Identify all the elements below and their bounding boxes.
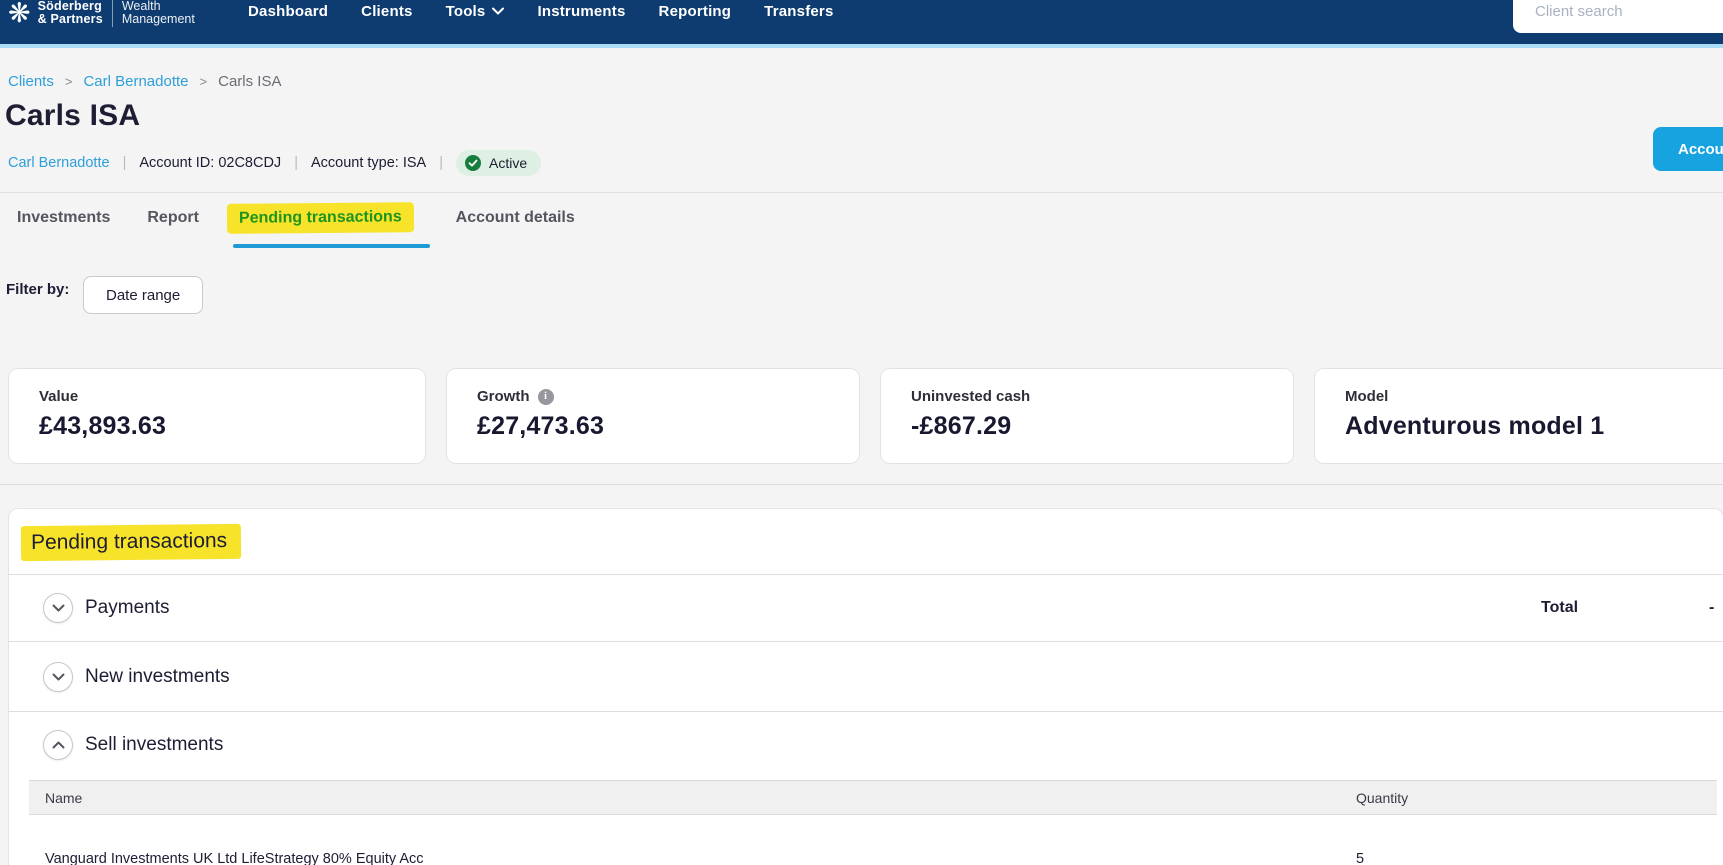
- breadcrumb-clients-link[interactable]: Clients: [8, 73, 54, 90]
- brand-name: Söderberg & Partners: [38, 0, 103, 26]
- payments-expand-button[interactable]: [43, 593, 73, 623]
- client-name-link[interactable]: Carl Bernadotte: [8, 155, 110, 171]
- logo-divider: [111, 0, 113, 27]
- breadcrumb-separator: >: [64, 74, 73, 89]
- status-badge: Active: [456, 150, 542, 176]
- uninvested-cash-card-label: Uninvested cash: [911, 388, 1031, 405]
- value-card: Value £43,893.63: [8, 368, 426, 464]
- quantity-cell: 5: [1356, 851, 1365, 865]
- nav-item-tools-label: Tools: [445, 2, 486, 20]
- status-badge-label: Active: [489, 155, 528, 171]
- payments-group-row[interactable]: Payments Total -: [9, 575, 1723, 641]
- table-row: Vanguard Investments UK Ltd LifeStrategy…: [29, 815, 1717, 865]
- instrument-name-cell: Vanguard Investments UK Ltd LifeStrategy…: [45, 851, 424, 865]
- brand-division-line2: Management: [121, 12, 195, 26]
- uninvested-cash-card-value: -£867.29: [911, 412, 1012, 440]
- tab-bar: Investments Report Pending transactions …: [17, 202, 575, 234]
- nav-item-instruments[interactable]: Instruments: [537, 3, 625, 20]
- navbar-accent-strip: [0, 44, 1723, 48]
- pending-transactions-panel: Pending transactions Payments Total - Ne…: [8, 508, 1723, 865]
- breadcrumb: Clients > Carl Bernadotte > Carls ISA: [8, 73, 281, 90]
- nav-item-clients[interactable]: Clients: [361, 3, 412, 20]
- nav-item-dashboard[interactable]: Dashboard: [248, 3, 328, 20]
- growth-card: Growth i £27,473.63: [446, 368, 860, 464]
- nav-item-tools[interactable]: Tools: [446, 3, 505, 20]
- date-range-button[interactable]: Date range: [83, 276, 204, 314]
- brand-flower-icon: ❋: [8, 0, 31, 28]
- top-navbar: ❋ Söderberg & Partners Wealth Management…: [0, 0, 1723, 44]
- tabs-top-divider: [0, 192, 1723, 193]
- model-card: Model Adventurous model 1: [1314, 368, 1723, 464]
- new-investments-group-row[interactable]: New investments: [9, 642, 1723, 711]
- brand-logo[interactable]: ❋ Söderberg & Partners Wealth Management: [8, 0, 195, 30]
- nav-item-transfers[interactable]: Transfers: [764, 3, 833, 20]
- page-title: Carls ISA: [5, 99, 141, 132]
- tab-pending-transactions[interactable]: Pending transactions: [226, 202, 414, 234]
- new-investments-group-label: New investments: [85, 665, 230, 687]
- check-circle-icon: [465, 155, 482, 171]
- info-icon[interactable]: i: [537, 388, 554, 405]
- value-card-label: Value: [39, 388, 79, 405]
- account-type-text: Account type: ISA: [310, 155, 427, 171]
- section-divider: [0, 484, 1723, 485]
- separator: |: [294, 155, 298, 171]
- sell-investments-collapse-button[interactable]: [43, 730, 73, 760]
- account-actions-button[interactable]: Accou: [1653, 127, 1723, 171]
- payments-group-label: Payments: [85, 597, 170, 618]
- column-header-name: Name: [45, 789, 83, 806]
- account-info-line: Carl Bernadotte | Account ID: 02C8CDJ | …: [8, 150, 542, 176]
- growth-card-label: Growth i: [477, 388, 859, 405]
- column-header-quantity: Quantity: [1356, 789, 1409, 806]
- nav-item-reporting[interactable]: Reporting: [659, 3, 732, 20]
- main-nav: Dashboard Clients Tools Instruments Repo…: [248, 0, 834, 24]
- brand-name-line2: & Partners: [37, 12, 103, 26]
- growth-card-label-text: Growth: [477, 388, 530, 405]
- chevron-down-icon: [52, 604, 64, 612]
- brand-division: Wealth Management: [122, 0, 195, 26]
- uninvested-cash-card: Uninvested cash -£867.29: [880, 368, 1294, 464]
- tab-report[interactable]: Report: [147, 203, 199, 233]
- model-card-label: Model: [1345, 388, 1389, 405]
- sell-investments-group-row[interactable]: Sell investments: [9, 712, 1723, 778]
- separator: |: [122, 155, 127, 171]
- new-investments-expand-button[interactable]: [43, 661, 73, 692]
- separator: |: [439, 155, 444, 171]
- growth-card-value: £27,473.63: [477, 412, 605, 440]
- tab-account-details[interactable]: Account details: [456, 203, 575, 233]
- breadcrumb-client-link[interactable]: Carl Bernadotte: [83, 73, 188, 90]
- client-search-input[interactable]: [1535, 3, 1723, 20]
- chevron-up-icon: [52, 741, 64, 749]
- pending-transactions-heading: Pending transactions: [20, 523, 242, 562]
- chevron-down-icon: [52, 673, 64, 680]
- chevron-down-icon: [492, 7, 505, 15]
- payments-total-value: -: [1709, 599, 1715, 616]
- breadcrumb-separator: >: [199, 74, 208, 89]
- account-id-text: Account ID: 02C8CDJ: [139, 155, 282, 171]
- app-root: ❋ Söderberg & Partners Wealth Management…: [0, 0, 1723, 865]
- tab-investments[interactable]: Investments: [17, 203, 110, 233]
- filter-by-label: Filter by:: [6, 281, 70, 298]
- breadcrumb-current: Carls ISA: [218, 73, 282, 90]
- value-card-value: £43,893.63: [39, 412, 167, 440]
- client-search-box[interactable]: [1513, 0, 1723, 33]
- model-card-value: Adventurous model 1: [1345, 412, 1605, 440]
- sell-investments-group-label: Sell investments: [85, 734, 224, 755]
- active-tab-underline: [233, 244, 430, 248]
- transactions-table-header: Name Quantity: [29, 780, 1717, 815]
- payments-total-label: Total: [1541, 599, 1579, 616]
